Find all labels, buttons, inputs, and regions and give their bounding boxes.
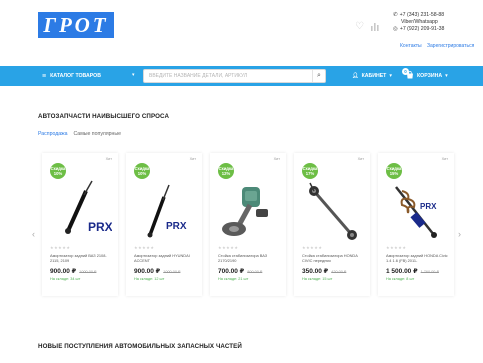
- product-image-shock-absorber[interactable]: PRX: [48, 179, 113, 243]
- logo[interactable]: ГРОТ: [38, 12, 114, 38]
- phone-row: ✆ +7 (343) 231-58-88: [393, 12, 444, 19]
- old-price: 800.00 ₽: [247, 270, 263, 274]
- discount-badge: Скидка 12%: [218, 163, 234, 179]
- discount-badge: Скидка 10%: [134, 163, 150, 179]
- product-card[interactable]: Хит Скидка 12% ★★★★★ Стойка стабилизатор…: [210, 153, 286, 296]
- brand-label: PRX: [88, 220, 112, 234]
- chevron-down-icon: ▾: [389, 73, 392, 79]
- rating-stars: ★★★★★: [218, 245, 239, 250]
- contacts-block: ✆ +7 (343) 231-58-88 Viber/Whatsapp ◎ +7…: [393, 12, 444, 33]
- search-input[interactable]: [144, 70, 312, 82]
- product-tag: Хит: [273, 157, 280, 161]
- product-tabs: Распродажа Самые популярные: [38, 131, 121, 137]
- product-name[interactable]: Амортизатор задний HYUNDAI ACCENT: [134, 253, 198, 263]
- product-name[interactable]: Амортизатор задний ВАЗ 2108-2115, 2109: [50, 253, 114, 263]
- whatsapp-icon: ◎: [393, 26, 398, 32]
- cabinet-label: КАБИНЕТ: [361, 73, 387, 79]
- rating-stars: ★★★★★: [386, 245, 407, 250]
- product-image-stabilizer-rod[interactable]: [300, 179, 364, 243]
- phone-number-2[interactable]: +7 (922) 209-91-38: [400, 26, 445, 33]
- section-title-popular: АВТОЗАПЧАСТИ НАИВЫСШЕГО СПРОСА: [38, 113, 170, 120]
- heart-icon[interactable]: ♡: [355, 22, 364, 32]
- cabinet-button[interactable]: 👤︎ КАБИНЕТ ▾: [352, 66, 392, 86]
- old-price: 1000.00 ₽: [163, 270, 181, 274]
- stock-status: На складе: 21 шт: [218, 277, 249, 281]
- product-tag: Хит: [441, 157, 448, 161]
- rating-stars: ★★★★★: [50, 245, 71, 250]
- menu-icon: ≡: [42, 72, 47, 80]
- product-card[interactable]: Хит Скидка 17% ★★★★★ Стойка стабилизатор…: [294, 153, 370, 296]
- search-button[interactable]: ⌕: [312, 70, 325, 82]
- carousel-prev-icon[interactable]: ‹: [32, 229, 35, 239]
- brand-label: PRX: [166, 221, 187, 232]
- site-header: ГРОТ ♡ ✆ +7 (343) 231-58-88 Viber/Whatsa…: [0, 0, 483, 64]
- old-price: 1 760.00 ₽: [420, 270, 439, 274]
- product-image-stabilizer-link[interactable]: [216, 179, 280, 243]
- stock-status: На складе: 8 шт: [386, 277, 415, 281]
- product-name[interactable]: Стойка стабилизатора HONDA CIVIC передня…: [302, 253, 366, 263]
- phone-icon: ✆: [393, 12, 398, 18]
- product-tag: Хит: [189, 157, 196, 161]
- cart-count-badge: 0: [402, 68, 409, 75]
- tab-sale[interactable]: Распродажа: [38, 131, 68, 137]
- bar-chart-icon[interactable]: [370, 22, 379, 34]
- brand-label: PRX: [420, 202, 437, 211]
- main-nav-bar: ≡ КАТАЛОГ ТОВАРОВ ▾ ⌕ 👤︎ КАБИНЕТ ▾ 0 КОР…: [0, 66, 483, 86]
- chevron-down-icon[interactable]: ▾: [132, 72, 135, 78]
- catalog-label: КАТАЛОГ ТОВАРОВ: [50, 73, 101, 79]
- register-link[interactable]: Зарегистрироваться: [427, 43, 474, 49]
- old-price: 420.00 ₽: [331, 270, 347, 274]
- carousel-next-icon[interactable]: ›: [458, 229, 461, 239]
- messengers-row: Viber/Whatsapp: [393, 19, 444, 26]
- search-box: ⌕: [143, 69, 326, 83]
- stock-status: На складе: 15 шт: [302, 277, 333, 281]
- product-image-shock-absorber[interactable]: PRX: [132, 179, 196, 243]
- product-name[interactable]: Амортизатор задний HONDA Civic 1.4 1.6 (…: [386, 253, 450, 263]
- discount-badge: Скидка 17%: [302, 163, 318, 179]
- product-tag: Хит: [357, 157, 364, 161]
- product-card[interactable]: Хит Скидка 10% PRX ★★★★★ Амортизатор зад…: [126, 153, 202, 296]
- phone-number[interactable]: +7 (343) 231-58-88: [400, 12, 445, 19]
- rating-stars: ★★★★★: [302, 245, 323, 250]
- product-price: 700.00 ₽ 800.00 ₽: [218, 268, 263, 275]
- product-price: 900.00 ₽ 1000.00 ₽: [134, 268, 181, 275]
- phone2-row: ◎ +7 (922) 209-91-38: [393, 26, 444, 33]
- user-icon: 👤︎: [352, 73, 359, 79]
- page: ГРОТ ♡ ✆ +7 (343) 231-58-88 Viber/Whatsa…: [0, 0, 483, 363]
- product-price: 900.00 ₽ 1000.00 ₽: [50, 268, 97, 275]
- chevron-down-icon: ▾: [445, 73, 448, 79]
- auth-links: Контакты Зарегистрироваться: [400, 43, 478, 49]
- logo-text: ГРОТ: [43, 12, 109, 37]
- old-price: 1000.00 ₽: [79, 270, 97, 274]
- product-card[interactable]: Хит Скидка 10% PRX ★★★★★ Амортизатор зад…: [42, 153, 118, 296]
- tab-popular[interactable]: Самые популярные: [74, 131, 122, 137]
- product-name[interactable]: Стойка стабилизатора ВАЗ 2170/2190: [218, 253, 282, 263]
- messengers-label: Viber/Whatsapp: [401, 19, 438, 25]
- cart-label: КОРЗИНА: [417, 73, 443, 79]
- product-price: 350.00 ₽ 420.00 ₽: [302, 268, 347, 275]
- contacts-link[interactable]: Контакты: [400, 43, 422, 49]
- product-price: 1 500.00 ₽ 1 760.00 ₽: [386, 268, 439, 275]
- discount-badge: Скидка 10%: [50, 163, 66, 179]
- discount-badge: Скидка 15%: [386, 163, 402, 179]
- rating-stars: ★★★★★: [134, 245, 155, 250]
- stock-status: На складе: 12 шт: [134, 277, 165, 281]
- cart-button[interactable]: 0 КОРЗИНА ▾: [402, 66, 448, 86]
- catalog-button[interactable]: ≡ КАТАЛОГ ТОВАРОВ: [42, 66, 101, 86]
- section-title-new: НОВЫЕ ПОСТУПЛЕНИЯ АВТОМОБИЛЬНЫХ ЗАПАСНЫХ…: [38, 343, 242, 350]
- stock-status: На складе: 34 шт: [50, 277, 81, 281]
- cart-icon: 0: [402, 68, 414, 81]
- search-icon: ⌕: [317, 72, 321, 79]
- product-image-shock-absorber-coil[interactable]: PRX: [384, 179, 448, 243]
- product-tag: Хит: [105, 157, 112, 161]
- product-card[interactable]: Хит Скидка 15% PRX ★★★★★ Амортизатор зад…: [378, 153, 454, 296]
